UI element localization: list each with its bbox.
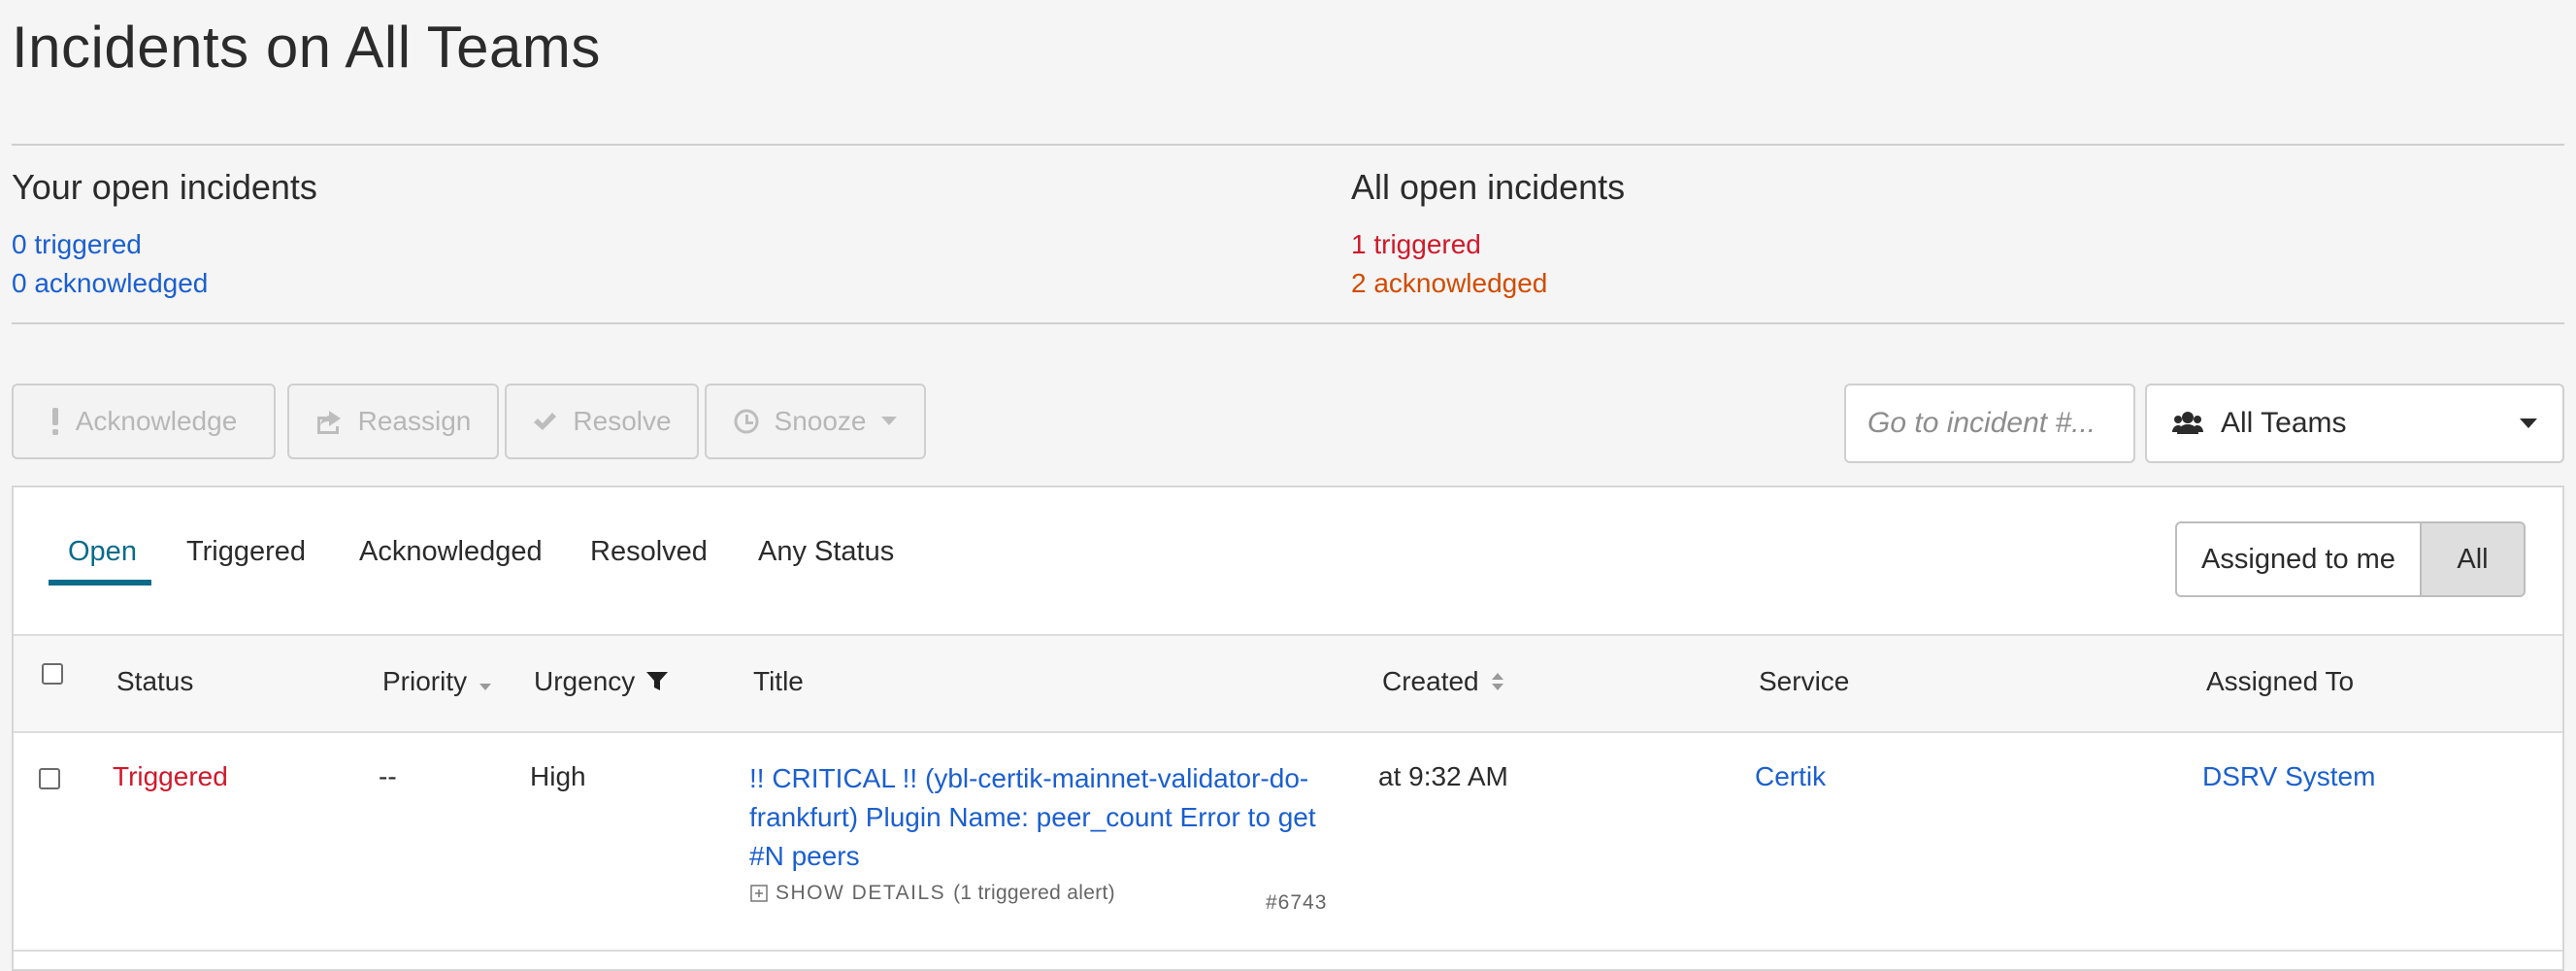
all-open-incidents-heading: All open incidents <box>1351 167 1626 207</box>
created-time: at 9:32 AM <box>1378 761 1508 791</box>
column-title: Title <box>753 666 804 696</box>
goto-incident-input[interactable] <box>1844 384 2135 463</box>
your-open-incidents-heading: Your open incidents <box>12 167 317 207</box>
status-badge: Triggered <box>113 761 228 791</box>
all-acknowledged-link[interactable]: 2 acknowledged <box>1351 264 1625 303</box>
column-assigned-to: Assigned To <box>2206 666 2355 696</box>
all-open-incidents: All open incidents 1 triggered 2 acknowl… <box>1351 167 1625 303</box>
column-priority-label: Priority <box>382 666 468 696</box>
your-open-incidents: Your open incidents 0 triggered 0 acknow… <box>12 167 317 303</box>
sort-icon <box>1491 673 1503 690</box>
column-status: Status <box>116 666 194 696</box>
column-urgency[interactable]: Urgency <box>534 666 669 697</box>
show-details-label: SHOW DETAILS <box>776 882 946 904</box>
your-triggered-link[interactable]: 0 triggered <box>12 225 317 264</box>
resolve-label: Resolve <box>573 406 672 436</box>
divider <box>12 144 2564 146</box>
reassign-label: Reassign <box>357 406 472 436</box>
service-link[interactable]: Certik <box>1755 761 1826 792</box>
your-acknowledged-link[interactable]: 0 acknowledged <box>12 264 317 303</box>
assigned-to-me-toggle[interactable]: Assigned to me <box>2175 521 2422 597</box>
column-created[interactable]: Created <box>1382 666 1504 697</box>
all-triggered-link[interactable]: 1 triggered <box>1351 225 1625 264</box>
incident-number: #6743 <box>1266 891 1328 914</box>
sort-down-icon <box>479 684 492 690</box>
tab-acknowledged[interactable]: Acknowledged <box>359 536 543 568</box>
column-priority[interactable]: Priority <box>382 666 492 697</box>
chevron-down-icon <box>2520 418 2537 428</box>
resolve-button[interactable]: Resolve <box>505 384 699 459</box>
expand-icon <box>750 885 768 902</box>
tab-open[interactable]: Open <box>68 536 137 568</box>
tab-any-status[interactable]: Any Status <box>758 536 894 568</box>
show-details-toggle[interactable]: SHOW DETAILS (1 triggered alert) <box>750 882 1115 905</box>
active-tab-indicator <box>49 580 151 586</box>
tab-resolved[interactable]: Resolved <box>590 536 708 568</box>
filter-icon[interactable] <box>646 671 669 692</box>
tab-triggered[interactable]: Triggered <box>186 536 306 568</box>
row-checkbox[interactable] <box>39 768 60 789</box>
column-urgency-label: Urgency <box>534 666 636 696</box>
share-icon <box>316 411 341 434</box>
users-icon <box>2172 412 2203 434</box>
page-title: Incidents on All Teams <box>12 15 601 80</box>
incident-title-link[interactable]: !! CRITICAL !! (ybl-certik-mainnet-valid… <box>749 759 1351 876</box>
acknowledge-button[interactable]: Acknowledge <box>12 384 276 459</box>
priority-value: -- <box>379 761 397 791</box>
clock-icon <box>734 409 759 434</box>
reassign-button[interactable]: Reassign <box>287 384 499 459</box>
team-filter-dropdown[interactable]: All Teams <box>2145 384 2564 463</box>
acknowledge-label: Acknowledge <box>75 406 238 436</box>
exclamation-icon <box>51 408 58 435</box>
snooze-button[interactable]: Snooze <box>705 384 926 459</box>
urgency-value: High <box>530 761 586 791</box>
column-created-label: Created <box>1382 666 1479 696</box>
check-icon <box>534 413 557 430</box>
select-all-checkbox[interactable] <box>42 663 63 685</box>
team-filter-label: All Teams <box>2221 407 2347 439</box>
row-divider <box>14 950 2562 952</box>
divider <box>12 322 2564 324</box>
column-service: Service <box>1759 666 1850 696</box>
chevron-down-icon <box>881 417 898 425</box>
snooze-label: Snooze <box>774 406 867 436</box>
alert-count: (1 triggered alert) <box>953 882 1115 904</box>
assignee-link[interactable]: DSRV System <box>2202 761 2375 792</box>
assigned-all-toggle[interactable]: All <box>2420 521 2526 597</box>
